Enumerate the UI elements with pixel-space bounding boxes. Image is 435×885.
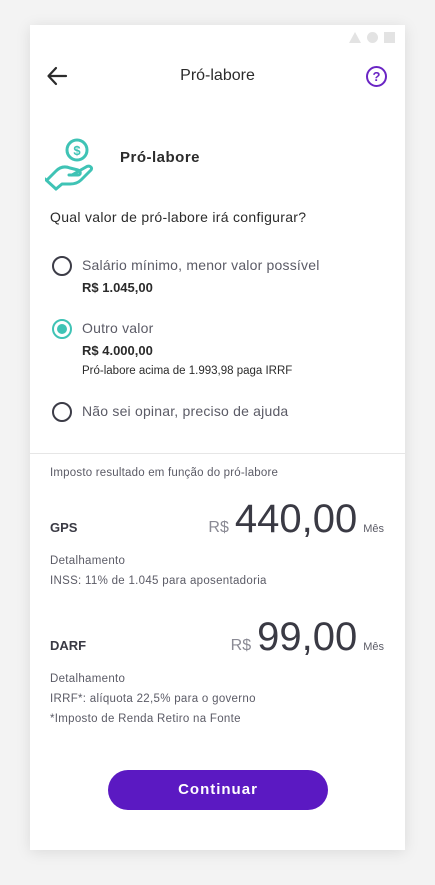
currency-symbol: R$ — [230, 637, 252, 654]
darf-detail-title: Detalhamento — [50, 673, 126, 685]
svg-text:$: $ — [73, 143, 81, 158]
option-label: Salário mínimo, menor valor possível — [82, 257, 320, 273]
signal-icon — [349, 32, 361, 43]
app-bar: Pró-labore ? — [30, 61, 405, 91]
darf-label: DARF — [50, 638, 87, 653]
period-label: Mês — [363, 641, 384, 653]
phone-screen: Pró-labore ? $ Pró-labore Qual valor de … — [30, 25, 405, 850]
gps-amount: R$ 440,00 Mês — [208, 497, 384, 542]
radio-button[interactable] — [52, 256, 72, 276]
section-title: Pró-labore — [120, 149, 201, 166]
option-value: R$ 1.045,00 — [82, 280, 153, 295]
darf-footnote: *Imposto de Renda Retiro na Fonte — [50, 713, 241, 725]
option-label: Não sei opinar, preciso de ajuda — [82, 403, 289, 419]
option-value: R$ 4.000,00 — [82, 343, 153, 358]
darf-value: 99,00 — [257, 615, 358, 659]
battery-icon — [384, 32, 395, 43]
gps-value: 440,00 — [234, 497, 358, 541]
gps-detail-line: INSS: 11% de 1.045 para aposentadoria — [50, 575, 267, 587]
continue-button[interactable]: Continuar — [108, 770, 328, 810]
gps-detail-title: Detalhamento — [50, 555, 126, 567]
currency-symbol: R$ — [208, 519, 229, 536]
hand-coin-icon: $ — [43, 135, 101, 191]
question-circle-icon[interactable]: ? — [366, 66, 387, 87]
darf-detail-line: IRRF*: alíquota 22,5% para o governo — [50, 693, 256, 705]
divider — [30, 453, 405, 454]
question-text: Qual valor de pró-labore irá configurar? — [50, 209, 307, 225]
result-section-label: Imposto resultado em função do pró-labor… — [50, 467, 279, 479]
status-bar — [349, 32, 395, 43]
option-label: Outro valor — [82, 320, 154, 336]
option-note: Pró-labore acima de 1.993,98 paga IRRF — [82, 365, 293, 377]
radio-button[interactable] — [52, 402, 72, 422]
gps-label: GPS — [50, 520, 78, 535]
radio-button-selected[interactable] — [52, 319, 72, 339]
darf-amount: R$ 99,00 Mês — [231, 615, 384, 660]
page-title: Pró-labore — [180, 67, 255, 84]
period-label: Mês — [363, 523, 384, 535]
wifi-icon — [367, 32, 378, 43]
